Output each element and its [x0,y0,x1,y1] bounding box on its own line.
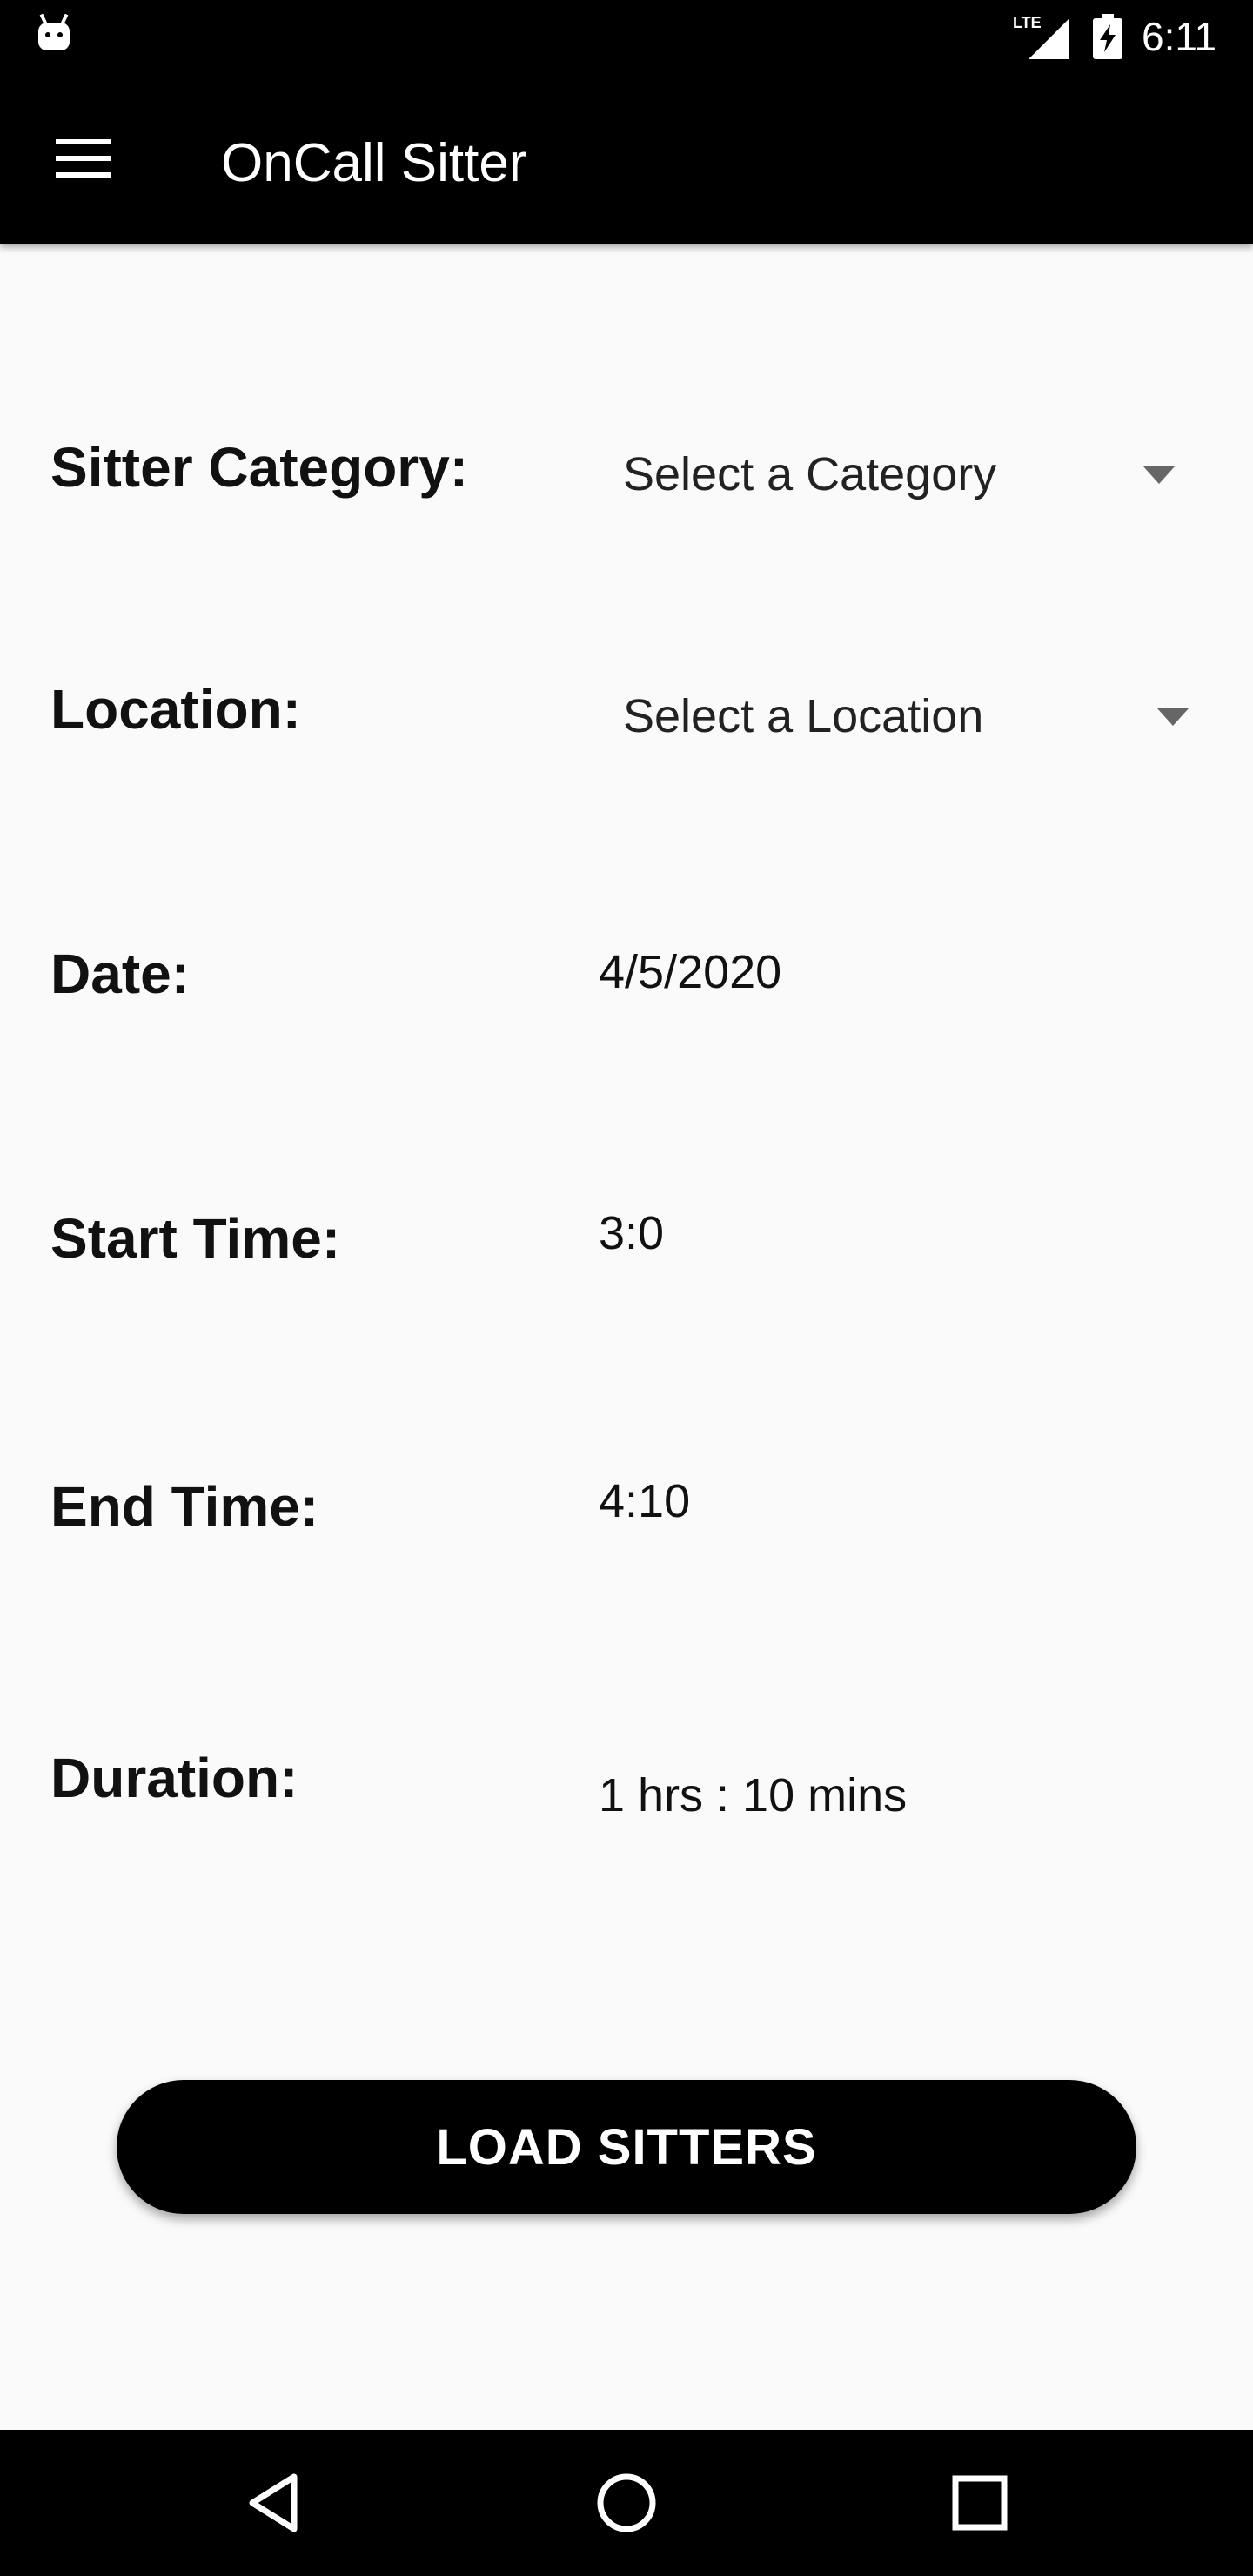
app-bar: OnCall Sitter [0,73,1253,244]
category-spinner-text: Select a Category [623,448,997,500]
load-sitters-button[interactable]: LOAD SITTERS [117,2080,1136,2214]
start-time-label: Start Time: [50,1207,341,1270]
triangle-left-icon[interactable] [240,2468,310,2538]
duration-label: Duration: [50,1747,298,1809]
category-label: Sitter Category: [50,436,469,499]
square-icon[interactable] [945,2468,1015,2538]
location-label: Location: [50,678,301,741]
date-label: Date: [50,943,191,1005]
status-time: 6:11 [1142,14,1217,59]
end-time-value[interactable]: 4:10 [599,1474,690,1528]
battery-charging-icon [1093,14,1122,59]
category-spinner[interactable]: Select a Category [609,435,1209,513]
lte-signal-icon: LTE [1013,14,1069,59]
network-type: LTE [1013,14,1042,31]
android-icon [38,14,70,50]
end-time-label: End Time: [50,1475,319,1538]
navigation-bar [0,2430,1253,2576]
status-bar: LTE 6:11 [0,0,1253,73]
hamburger-menu-icon[interactable] [52,134,118,183]
circle-icon[interactable] [592,2468,661,2538]
duration-value: 1 hrs : 10 mins [599,1769,908,1821]
triangle-down-icon [1157,708,1189,726]
date-value[interactable]: 4/5/2020 [599,945,781,999]
start-time-value[interactable]: 3:0 [599,1206,664,1260]
location-spinner-text: Select a Location [623,690,984,742]
app-title: OnCall Sitter [221,133,527,193]
triangle-down-icon [1143,466,1175,484]
location-spinner[interactable]: Select a Location [609,677,1209,755]
